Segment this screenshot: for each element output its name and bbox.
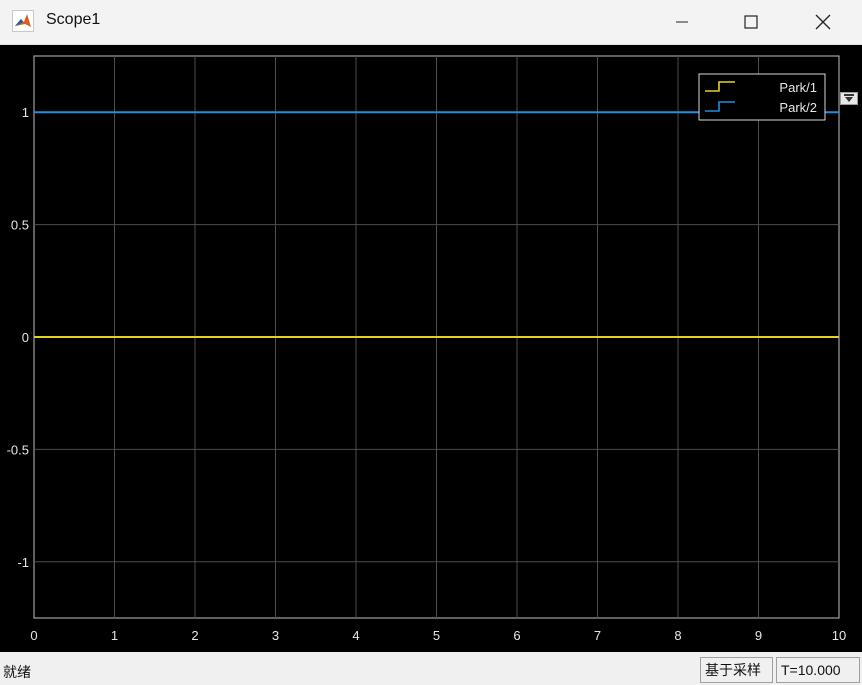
close-icon	[815, 14, 831, 30]
window-title: Scope1	[46, 11, 101, 28]
x-tick-label: 3	[272, 628, 279, 643]
x-tick-label: 4	[352, 628, 359, 643]
y-tick-label: 0.5	[11, 218, 29, 233]
x-tick-label: 9	[755, 628, 762, 643]
close-button[interactable]	[794, 0, 852, 44]
y-tick-label: 1	[22, 105, 29, 120]
y-tick-label: 0	[22, 330, 29, 345]
status-ready-text: 就绪	[3, 664, 31, 680]
y-tick-label: -1	[17, 555, 29, 570]
minimize-button[interactable]	[653, 0, 711, 44]
scope-display: 0 1 2 3 4 5 6 7 8 9 10 1 0.5 0 -0.5 -1 Park/1 Park/2	[0, 45, 862, 652]
maximize-icon	[744, 15, 758, 29]
dropdown-arrow-icon	[844, 94, 854, 102]
x-tick-label: 5	[433, 628, 440, 643]
scope-plot: 0 1 2 3 4 5 6 7 8 9 10 1 0.5 0 -0.5 -1 Park/1 Park/2	[7, 55, 846, 643]
x-tick-label: 2	[191, 628, 198, 643]
x-tick-label: 0	[30, 628, 37, 643]
legend-label: Park/2	[779, 100, 817, 115]
x-tick-label: 10	[832, 628, 846, 643]
x-tick-label: 8	[674, 628, 681, 643]
y-tick-label: -0.5	[7, 442, 29, 457]
status-bar: 就绪 基于采样 T=10.000	[0, 652, 862, 685]
minimize-icon	[676, 21, 688, 23]
maximize-button[interactable]	[722, 0, 780, 44]
expand-toolbar-button[interactable]	[840, 92, 858, 105]
x-tick-label: 7	[594, 628, 601, 643]
title-bar: Scope1	[0, 0, 862, 45]
matlab-icon	[12, 10, 34, 32]
simulation-time-indicator: T=10.000	[776, 657, 860, 683]
x-tick-label: 1	[111, 628, 118, 643]
x-tick-label: 6	[513, 628, 520, 643]
legend-label: Park/1	[779, 80, 817, 95]
sampling-mode-indicator: 基于采样	[700, 657, 773, 683]
